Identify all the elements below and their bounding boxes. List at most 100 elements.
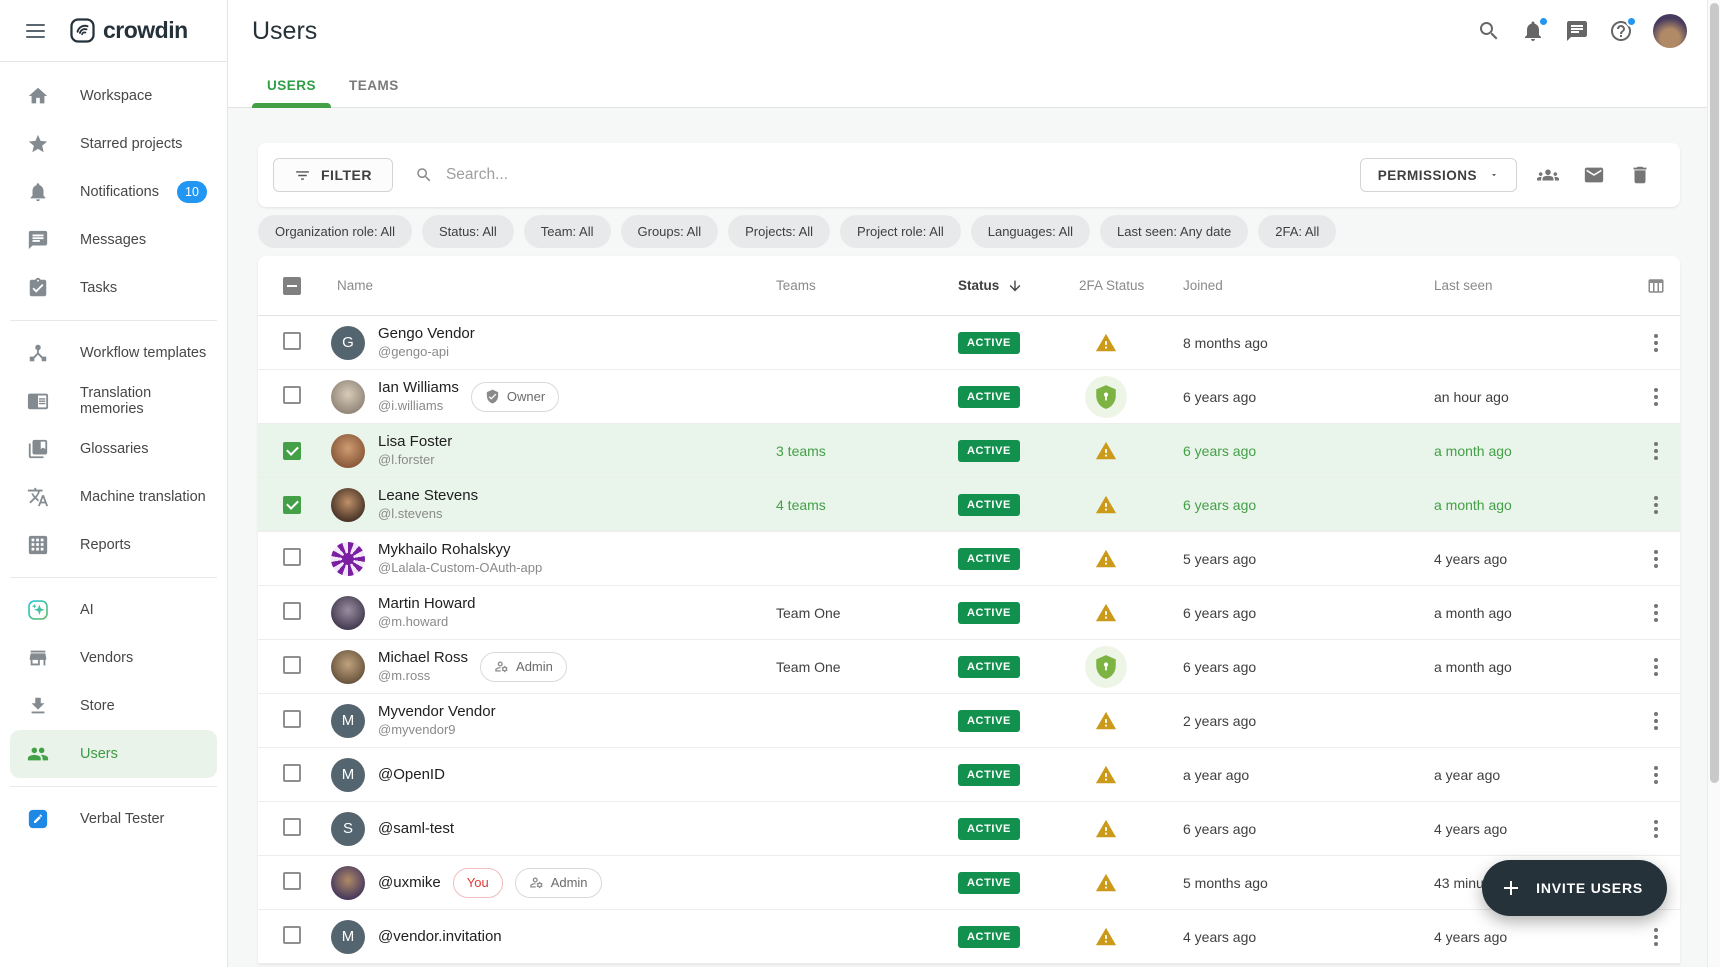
column-header-2fa[interactable]: 2FA Status bbox=[1071, 278, 1175, 293]
joined-cell: 6 years ago bbox=[1175, 821, 1426, 837]
plus-icon bbox=[1499, 876, 1523, 900]
row-menu-button[interactable] bbox=[1648, 598, 1664, 628]
sidebar-item-store[interactable]: Store bbox=[10, 682, 217, 730]
row-checkbox[interactable] bbox=[283, 818, 301, 836]
sidebar-item-ai[interactable]: AI bbox=[10, 586, 217, 634]
filter-chip-status-all[interactable]: Status: All bbox=[422, 215, 514, 248]
row-menu-button[interactable] bbox=[1648, 922, 1664, 952]
tab-teams[interactable]: TEAMS bbox=[334, 78, 414, 107]
column-header-joined[interactable]: Joined bbox=[1175, 278, 1426, 293]
row-menu-button[interactable] bbox=[1648, 490, 1664, 520]
invite-users-button[interactable]: INVITE USERS bbox=[1482, 860, 1667, 916]
sidebar-item-messages[interactable]: Messages bbox=[10, 216, 217, 264]
row-checkbox[interactable] bbox=[283, 764, 301, 782]
row-checkbox[interactable] bbox=[283, 548, 301, 566]
notifications-icon[interactable] bbox=[1521, 19, 1545, 43]
row-menu-button[interactable] bbox=[1648, 328, 1664, 358]
table-row[interactable]: Mykhailo Rohalskyy@Lalala-Custom-OAuth-a… bbox=[258, 532, 1680, 586]
table-row[interactable]: Martin Howard@m.howardTeam OneACTIVE6 ye… bbox=[258, 586, 1680, 640]
column-header-status[interactable]: Status bbox=[950, 278, 1071, 294]
table-row[interactable]: @uxmikeYouAdminACTIVE5 months ago43 minu… bbox=[258, 856, 1680, 910]
user-cell: M@vendor.invitation bbox=[318, 920, 768, 954]
lastseen-cell: a month ago bbox=[1426, 497, 1632, 513]
sidebar-item-verbal-tester[interactable]: Verbal Tester bbox=[10, 795, 217, 843]
sidebar-item-glossaries[interactable]: Glossaries bbox=[10, 425, 217, 473]
twofa-warning-icon bbox=[1095, 494, 1117, 516]
crowdin-logo[interactable]: crowdin bbox=[69, 17, 188, 44]
search-icon[interactable] bbox=[1477, 19, 1501, 43]
delete-users-button[interactable] bbox=[1629, 164, 1651, 186]
table-row[interactable]: S@saml-testACTIVE6 years ago4 years ago bbox=[258, 802, 1680, 856]
row-checkbox[interactable] bbox=[283, 442, 301, 460]
sidebar-item-vendors[interactable]: Vendors bbox=[10, 634, 217, 682]
notification-dot bbox=[1626, 16, 1637, 27]
row-menu-button[interactable] bbox=[1648, 652, 1664, 682]
row-checkbox[interactable] bbox=[283, 872, 301, 890]
messages-icon[interactable] bbox=[1565, 19, 1589, 43]
sidebar: crowdin WorkspaceStarred projectsNotific… bbox=[0, 0, 228, 967]
row-menu-button[interactable] bbox=[1648, 544, 1664, 574]
filter-chip-languages-all[interactable]: Languages: All bbox=[971, 215, 1090, 248]
table-row[interactable]: Michael Ross@m.rossAdminTeam OneACTIVE6 … bbox=[258, 640, 1680, 694]
page-scrollbar[interactable] bbox=[1707, 0, 1720, 967]
sidebar-item-reports[interactable]: Reports bbox=[10, 521, 217, 569]
row-checkbox[interactable] bbox=[283, 710, 301, 728]
teams-cell[interactable]: 4 teams bbox=[768, 497, 950, 513]
table-row[interactable]: M@OpenIDACTIVEa year agoa year ago bbox=[258, 748, 1680, 802]
teams-cell[interactable]: Team One bbox=[768, 605, 950, 621]
column-header-lastseen[interactable]: Last seen bbox=[1426, 278, 1632, 293]
permissions-dropdown[interactable]: PERMISSIONS bbox=[1360, 158, 1517, 192]
select-all-checkbox[interactable] bbox=[283, 277, 301, 295]
table-row[interactable]: M@vendor.invitationACTIVE4 years ago4 ye… bbox=[258, 910, 1680, 964]
filter-chip-last-seen-any-date[interactable]: Last seen: Any date bbox=[1100, 215, 1248, 248]
row-checkbox[interactable] bbox=[283, 386, 301, 404]
row-checkbox[interactable] bbox=[283, 602, 301, 620]
lastseen-cell: 4 years ago bbox=[1426, 821, 1632, 837]
sidebar-item-starred-projects[interactable]: Starred projects bbox=[10, 120, 217, 168]
user-avatar[interactable] bbox=[1653, 14, 1687, 48]
teams-cell[interactable]: 3 teams bbox=[768, 443, 950, 459]
filter-chip-groups-all[interactable]: Groups: All bbox=[621, 215, 719, 248]
filter-button[interactable]: FILTER bbox=[273, 158, 393, 192]
table-row[interactable]: Ian Williams@i.williamsOwnerACTIVE6 year… bbox=[258, 370, 1680, 424]
row-menu-button[interactable] bbox=[1648, 760, 1664, 790]
sidebar-item-translation-memories[interactable]: Translation memories bbox=[10, 377, 217, 425]
sidebar-item-machine-translation[interactable]: Machine translation bbox=[10, 473, 217, 521]
table-row[interactable]: GGengo Vendor@gengo-apiACTIVE8 months ag… bbox=[258, 316, 1680, 370]
add-to-team-button[interactable] bbox=[1537, 164, 1559, 186]
row-menu-button[interactable] bbox=[1648, 382, 1664, 412]
scrollbar-thumb[interactable] bbox=[1710, 3, 1719, 783]
row-checkbox[interactable] bbox=[283, 496, 301, 514]
column-settings-button[interactable] bbox=[1647, 277, 1665, 295]
row-menu-button[interactable] bbox=[1648, 436, 1664, 466]
filter-chip-organization-role-all[interactable]: Organization role: All bbox=[258, 215, 412, 248]
filter-chip-project-role-all[interactable]: Project role: All bbox=[840, 215, 961, 248]
search-input[interactable] bbox=[444, 165, 864, 185]
help-icon[interactable] bbox=[1609, 19, 1633, 43]
message-users-button[interactable] bbox=[1583, 164, 1605, 186]
user-cell: Mykhailo Rohalskyy@Lalala-Custom-OAuth-a… bbox=[318, 541, 768, 575]
row-menu-button[interactable] bbox=[1648, 814, 1664, 844]
table-row[interactable]: MMyvendor Vendor@myvendor9ACTIVE2 years … bbox=[258, 694, 1680, 748]
row-checkbox[interactable] bbox=[283, 926, 301, 944]
vendors-icon bbox=[27, 647, 49, 669]
filter-chip-projects-all[interactable]: Projects: All bbox=[728, 215, 830, 248]
sidebar-item-workflow-templates[interactable]: Workflow templates bbox=[10, 329, 217, 377]
teams-cell[interactable]: Team One bbox=[768, 659, 950, 675]
table-row[interactable]: Leane Stevens@l.stevens4 teamsACTIVE6 ye… bbox=[258, 478, 1680, 532]
row-checkbox[interactable] bbox=[283, 656, 301, 674]
filter-chip-team-all[interactable]: Team: All bbox=[524, 215, 611, 248]
menu-toggle-button[interactable] bbox=[26, 24, 45, 38]
avatar: M bbox=[331, 758, 365, 792]
table-row[interactable]: Lisa Foster@l.forster3 teamsACTIVE6 year… bbox=[258, 424, 1680, 478]
column-header-name[interactable]: Name bbox=[318, 278, 768, 293]
column-header-teams[interactable]: Teams bbox=[768, 278, 950, 293]
sidebar-item-users[interactable]: Users bbox=[10, 730, 217, 778]
row-checkbox[interactable] bbox=[283, 332, 301, 350]
sidebar-item-notifications[interactable]: Notifications10 bbox=[10, 168, 217, 216]
tab-users[interactable]: USERS bbox=[252, 78, 331, 107]
sidebar-item-workspace[interactable]: Workspace bbox=[10, 72, 217, 120]
row-menu-button[interactable] bbox=[1648, 706, 1664, 736]
sidebar-item-tasks[interactable]: Tasks bbox=[10, 264, 217, 312]
filter-chip-2fa-all[interactable]: 2FA: All bbox=[1258, 215, 1336, 248]
